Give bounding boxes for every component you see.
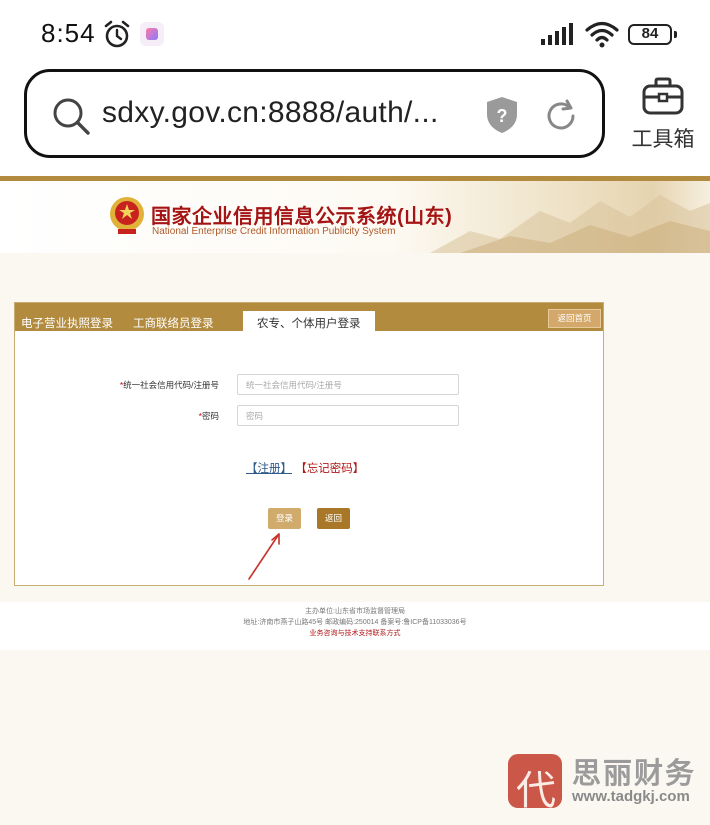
back-button[interactable]: 返回 xyxy=(317,508,350,529)
alarm-icon xyxy=(104,20,130,48)
credit-code-input[interactable] xyxy=(237,374,459,395)
site-title: 国家企业信用信息公示系统(山东) xyxy=(151,206,453,228)
wifi-icon xyxy=(585,21,619,48)
tab-e-license-login[interactable]: 电子营业执照登录 xyxy=(21,315,113,331)
watermark-url: www.tadgkj.com xyxy=(572,788,690,805)
forgot-password-link[interactable]: 【忘记密码】 xyxy=(295,463,364,475)
footer-sponsor: 主办单位:山东省市场监督管理局 xyxy=(305,608,405,615)
site-header: 国家企业信用信息公示系统(山东) National Enterprise Cre… xyxy=(0,181,710,253)
watermark-seal: 代 xyxy=(508,754,562,814)
login-panel: 电子营业执照登录 工商联络员登录 农专、个体用户登录 返回首页 *统一社会信用代… xyxy=(14,302,604,586)
app-notification-icon xyxy=(140,22,164,46)
login-tab-bar: 电子营业执照登录 工商联络员登录 农专、个体用户登录 返回首页 xyxy=(15,303,603,331)
login-button[interactable]: 登录 xyxy=(268,508,301,529)
watermark-logo: 代 思丽财务 www.tadgkj.com xyxy=(502,748,710,816)
status-bar: 8:54 84 xyxy=(0,0,710,66)
password-input[interactable] xyxy=(237,405,459,426)
signal-icon xyxy=(541,23,573,45)
site-footer: 主办单位:山东省市场监督管理局 地址:济南市燕子山路45号 邮政编码:25001… xyxy=(0,602,710,650)
svg-text:?: ? xyxy=(497,106,508,126)
tab-individual-login[interactable]: 农专、个体用户登录 xyxy=(243,311,375,331)
annotation-arrow xyxy=(248,533,280,580)
account-links: 【注册】 【忘记密码】 xyxy=(246,460,364,476)
search-icon xyxy=(53,98,90,135)
tab-liaison-login[interactable]: 工商联络员登录 xyxy=(133,315,214,331)
security-shield-icon[interactable]: ? xyxy=(485,96,519,134)
clock: 8:54 xyxy=(41,18,96,48)
password-label: *密码 xyxy=(198,411,219,421)
toolbox-button[interactable]: 工具箱 xyxy=(628,76,698,153)
footer-address: 地址:济南市燕子山路45号 邮政编码:250014 备案号:鲁ICP备11033… xyxy=(243,619,467,626)
browser-toolbar: sdxy.gov.cn:8888/auth/... ? 工具箱 xyxy=(0,66,710,176)
credit-code-label: *统一社会信用代码/注册号 xyxy=(119,380,219,390)
watermark-name: 思丽财务 xyxy=(572,758,697,790)
return-home-button[interactable]: 返回首页 xyxy=(548,309,601,328)
register-link[interactable]: 【注册】 xyxy=(246,463,292,475)
url-text[interactable]: sdxy.gov.cn:8888/auth/... xyxy=(102,96,439,130)
site-subtitle: National Enterprise Credit Information P… xyxy=(152,226,396,237)
reload-icon[interactable] xyxy=(543,98,579,134)
support-contact-link[interactable]: 业务咨询与技术支持联系方式 xyxy=(0,628,710,639)
mountain-decoration xyxy=(430,195,710,253)
toolbox-label: 工具箱 xyxy=(631,128,695,151)
national-emblem-icon xyxy=(110,197,144,234)
address-bar[interactable]: sdxy.gov.cn:8888/auth/... ? xyxy=(24,69,605,158)
battery-indicator: 84 xyxy=(628,24,677,45)
toolbox-icon xyxy=(642,77,684,115)
